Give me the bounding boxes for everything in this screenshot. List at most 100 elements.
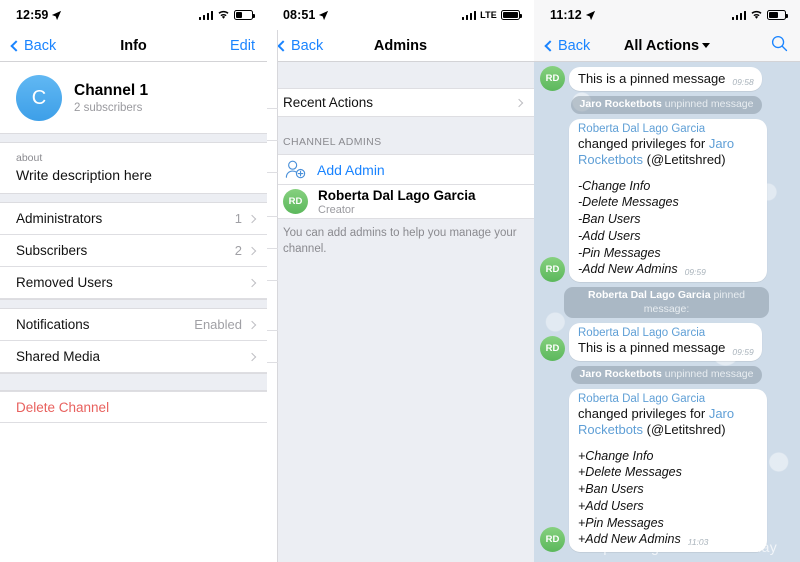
permission-line: +Ban Users (578, 482, 644, 497)
service-action: unpinned message (664, 367, 754, 380)
chat-message[interactable]: RD Roberta Dal Lago Garcia changed privi… (540, 118, 793, 283)
row-recent-actions[interactable]: Recent Actions (267, 88, 534, 117)
chat-message[interactable]: RD Roberta Dal Lago Garcia changed privi… (540, 388, 793, 553)
back-button-2[interactable]: Back (277, 38, 323, 54)
service-action: unpinned message (664, 98, 754, 110)
chevron-right-icon (247, 352, 257, 361)
row-value: Enabled (194, 317, 242, 332)
edit-button[interactable]: Edit (230, 38, 255, 54)
add-admin-label: Add Admin (317, 161, 385, 178)
row-label: Recent Actions (283, 95, 374, 110)
chevron-left-icon (544, 39, 556, 52)
location-arrow-icon (319, 10, 329, 20)
chevron-left-icon (10, 39, 22, 52)
admin-list-item[interactable]: RD Roberta Dal Lago Garcia Creator (267, 184, 534, 219)
service-bubble: Jaro Rocketbots unpinned message (570, 96, 763, 114)
service-message: Jaro Rocketbots unpinned message (540, 365, 793, 384)
permission-line: -Ban Users (578, 212, 641, 227)
chevron-right-icon (247, 320, 257, 329)
nav-bar-3: Back All Actions (534, 30, 800, 62)
row-value: 2 (234, 243, 242, 258)
admin-role: Creator (318, 203, 355, 216)
add-admin-button[interactable]: Add Admin (267, 154, 534, 184)
search-button[interactable] (771, 35, 788, 57)
about-section[interactable]: about Write description here (0, 143, 267, 193)
section-divider (0, 193, 267, 203)
message-author: Roberta Dal Lago Garcia (578, 327, 706, 340)
row-subscribers[interactable]: Subscribers 2 (0, 235, 267, 267)
permission-line: +Change Info (578, 448, 654, 463)
chevron-right-icon (247, 246, 257, 255)
message-time: 09:58 (732, 77, 754, 87)
permission-line: +Add Users (578, 498, 644, 513)
signal-bars-icon (731, 10, 746, 20)
channel-profile-header[interactable]: C Channel 1 2 subscribers (0, 62, 267, 133)
back-label-3: Back (558, 37, 591, 54)
back-button-3[interactable]: Back (544, 37, 591, 54)
what-is-this-link[interactable]: What Is This? (540, 557, 793, 562)
permission-line: -Add Users (578, 228, 641, 243)
permission-line: +Pin Messages (578, 515, 664, 530)
row-value: 1 (234, 211, 242, 226)
message-time: 09:59 (732, 346, 754, 357)
status-indicators-1 (198, 10, 255, 20)
row-removed-users[interactable]: Removed Users (0, 267, 267, 299)
permission-line: +Add New Admins (578, 532, 681, 547)
row-label: Shared Media (16, 349, 101, 364)
chat-message[interactable]: RD This is a pinned message 09:58 (540, 66, 793, 91)
delete-channel-label: Delete Channel (16, 399, 110, 415)
signal-bars-icon (198, 10, 213, 20)
battery-icon (501, 10, 522, 20)
chevron-right-icon (247, 278, 257, 287)
delete-channel-button[interactable]: Delete Channel (0, 391, 267, 423)
status-time-3: 11:12 (550, 8, 596, 22)
wifi-icon (218, 10, 229, 19)
message-bubble[interactable]: Roberta Dal Lago Garcia changed privileg… (569, 388, 767, 553)
status-time-label: 11:12 (550, 8, 582, 22)
message-text-pre: changed privileges for (578, 135, 709, 151)
message-text: This is a pinned message (578, 70, 726, 86)
avatar: RD (540, 527, 565, 553)
status-time-label: 12:59 (16, 8, 49, 22)
status-time-1: 12:59 (16, 8, 62, 22)
section-divider (0, 133, 267, 143)
about-label: about (16, 152, 43, 164)
panel-all-actions: 11:12 Back All Actions RD This is a pinn… (534, 0, 800, 562)
status-bar-2: 08:51 LTE (267, 0, 534, 30)
message-bubble[interactable]: Roberta Dal Lago Garcia This is a pinned… (569, 323, 762, 361)
status-time-label: 08:51 (283, 8, 316, 22)
about-value: Write description here (16, 167, 152, 183)
nav-bar-2: Back Admins (267, 30, 534, 62)
permission-line: +Delete Messages (578, 465, 682, 480)
panel-admins: 08:51 LTE Back Admins Recent Actions CHA… (267, 0, 534, 562)
section-header-channel-admins: CHANNEL ADMINS (283, 136, 382, 148)
service-bubble: Roberta Dal Lago Garcia pinned message: (564, 287, 769, 319)
row-administrators[interactable]: Administrators 1 (0, 203, 267, 235)
status-time-2: 08:51 (283, 8, 329, 22)
add-person-icon (283, 160, 307, 179)
section-divider (0, 373, 267, 391)
row-notifications[interactable]: Notifications Enabled (0, 309, 267, 341)
status-bar-1: 12:59 (0, 0, 267, 30)
admins-content: Recent Actions CHANNEL ADMINS Add Admin … (267, 62, 534, 257)
message-bubble[interactable]: Roberta Dal Lago Garcia changed privileg… (569, 118, 767, 283)
avatar: RD (540, 335, 565, 361)
service-actor: Jaro Rocketbots (579, 98, 662, 110)
row-shared-media[interactable]: Shared Media (0, 341, 267, 373)
permission-line: -Change Info (578, 178, 651, 193)
status-indicators-3 (731, 10, 788, 20)
subscriber-count: 2 subscribers (74, 102, 143, 114)
chat-message[interactable]: RD Roberta Dal Lago Garcia This is a pin… (540, 323, 793, 361)
service-actor: Jaro Rocketbots (579, 367, 662, 380)
actions-filter-label: All Actions (623, 37, 700, 54)
admin-name: Roberta Dal Lago Garcia (318, 187, 476, 203)
action-log-scroll[interactable]: RD This is a pinned message 09:58 Jaro R… (534, 62, 800, 562)
service-bubble: Jaro Rocketbots unpinned message (570, 365, 763, 384)
carrier-label: LTE (480, 10, 497, 20)
avatar: RD (540, 66, 565, 91)
back-button-1[interactable]: Back (10, 38, 56, 54)
chevron-down-icon (702, 42, 711, 48)
message-bubble[interactable]: This is a pinned message 09:58 (569, 66, 762, 91)
row-label: Administrators (16, 211, 103, 226)
service-message: Jaro Rocketbots unpinned message (540, 96, 793, 114)
